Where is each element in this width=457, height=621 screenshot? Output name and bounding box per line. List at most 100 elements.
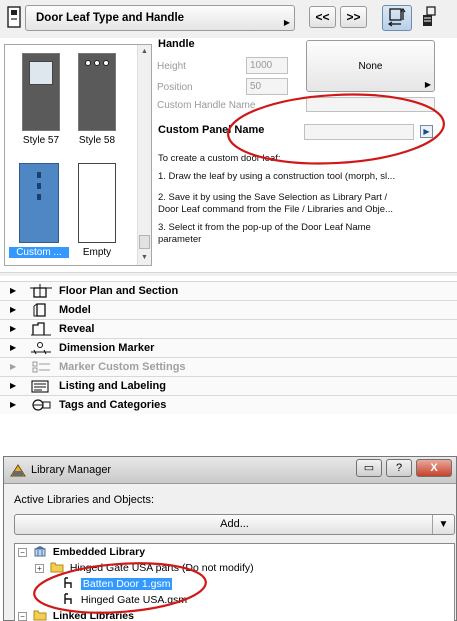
section-tags-categories[interactable]: ▶ Tags and Categories [0, 395, 457, 414]
expand-arrow-icon[interactable]: ▶ [10, 362, 16, 371]
handle-section-title: Handle [158, 38, 195, 50]
section-floor-plan[interactable]: ▶ Floor Plan and Section [0, 281, 457, 300]
tree-item-label: Batten Door 1.gsm [80, 578, 173, 590]
window-restore-button[interactable]: ▭ [356, 459, 382, 477]
custom-panel-popup-button[interactable]: ▶ [420, 125, 433, 138]
instructions-step-3a: 3. Select it from the pop-up of the Door… [158, 222, 371, 233]
close-button[interactable]: X [416, 459, 452, 477]
section-reveal[interactable]: ▶ Reveal [0, 319, 457, 338]
dropdown-arrow-icon: ▶ [283, 18, 290, 27]
window-title: Library Manager [31, 464, 112, 476]
listing-icon [31, 380, 49, 393]
play-arrow-icon: ▶ [423, 127, 430, 136]
instructions-step-2b: Door Leaf command from the File / Librar… [158, 204, 393, 215]
scroll-up-icon[interactable]: ▲ [138, 45, 151, 59]
custom-panel-name-field[interactable] [304, 124, 414, 140]
handle-position-field[interactable]: 50 [246, 78, 288, 95]
section-dimension-marker[interactable]: ▶ Dimension Marker [0, 338, 457, 357]
marker-settings-icon [32, 361, 50, 373]
mirror-toggle-button[interactable] [382, 5, 412, 31]
embedded-library-icon [33, 546, 46, 557]
empty-style-thumbnail [78, 163, 116, 243]
section-label: Reveal [59, 323, 95, 335]
instructions-step-3b: parameter [158, 234, 202, 245]
library-manager-window: Library Manager ▭ ? X Active Libraries a… [3, 456, 457, 621]
chair-object-icon [64, 577, 72, 588]
style-item-58[interactable]: Style 58 [67, 53, 127, 146]
style-label: Custom ... [9, 247, 69, 258]
style-list-scrollbar[interactable]: ▲ ▼ [137, 45, 151, 265]
style-label: Style 58 [78, 135, 116, 146]
style-item-57[interactable]: Style 57 [11, 53, 71, 146]
active-libraries-label: Active Libraries and Objects: [14, 494, 155, 506]
scroll-thumb[interactable] [139, 235, 150, 249]
tree-item-hinged-gate[interactable]: Hinged Gate USA.gsm [61, 593, 187, 608]
section-listing-labeling[interactable]: ▶ Listing and Labeling [0, 376, 457, 395]
library-manager-icon [10, 464, 26, 477]
section-model[interactable]: ▶ Model [0, 300, 457, 319]
expand-arrow-icon[interactable]: ▶ [10, 324, 16, 333]
section-label: Tags and Categories [59, 399, 167, 411]
dropdown-arrow-icon: ▶ [424, 80, 431, 89]
tree-item-embedded-library[interactable]: − Embedded Library [18, 545, 145, 560]
expand-arrow-icon[interactable]: ▶ [10, 400, 16, 409]
handle-type-label: None [358, 61, 383, 72]
chair-object-icon [64, 593, 72, 604]
expand-icon[interactable]: + [35, 564, 44, 573]
section-marker-custom-settings[interactable]: ▶ Marker Custom Settings [0, 357, 457, 376]
handle-position-label: Position [157, 82, 193, 93]
tree-item-gate-parts-folder[interactable]: + Hinged Gate USA parts (Do not modify) [35, 561, 254, 576]
tree-item-label: Hinged Gate USA.gsm [80, 594, 188, 606]
library-manager-titlebar[interactable]: Library Manager ▭ ? X [4, 457, 456, 484]
tree-item-label: Embedded Library [52, 546, 146, 558]
panel-selector-dropdown[interactable]: Door Leaf Type and Handle ▶ [25, 5, 295, 31]
expand-arrow-icon[interactable]: ▶ [10, 305, 16, 314]
style-item-empty[interactable]: Empty [67, 163, 127, 258]
section-label: Floor Plan and Section [59, 285, 179, 297]
collapse-icon[interactable]: − [18, 548, 27, 557]
help-button[interactable]: ? [386, 459, 412, 477]
panel-selector-label: Door Leaf Type and Handle [36, 12, 185, 24]
tree-item-label: Hinged Gate USA parts (Do not modify) [69, 562, 254, 574]
style-label: Empty [82, 247, 112, 258]
reveal-icon [31, 322, 51, 336]
tags-icon [32, 399, 51, 411]
tree-item-label: Linked Libraries [52, 610, 134, 621]
linked-library-icon [33, 610, 47, 621]
folder-icon [50, 562, 64, 573]
handle-icon[interactable] [420, 6, 438, 28]
instructions-step-1: 1. Draw the leaf by using a construction… [158, 171, 396, 182]
style-label: Style 57 [22, 135, 60, 146]
panel-divider [0, 272, 457, 276]
custom-panel-name-label: Custom Panel Name [158, 124, 265, 136]
section-label: Model [59, 304, 91, 316]
instructions-intro: To create a custom door leaf: [158, 153, 281, 164]
section-label: Marker Custom Settings [59, 361, 186, 373]
custom-style-thumbnail [19, 163, 59, 243]
model-icon [33, 303, 46, 317]
handle-height-field[interactable]: 1000 [246, 57, 288, 74]
expand-arrow-icon[interactable]: ▶ [10, 343, 16, 352]
collapse-icon[interactable]: − [18, 612, 27, 621]
custom-handle-name-field[interactable] [306, 97, 435, 112]
expand-arrow-icon[interactable]: ▶ [10, 286, 16, 295]
custom-handle-name-label: Custom Handle Name [157, 100, 256, 111]
scroll-down-icon[interactable]: ▼ [138, 251, 151, 265]
chevron-down-icon[interactable]: ▼ [432, 515, 454, 534]
restore-icon: ▭ [363, 462, 375, 474]
library-tree[interactable]: − Embedded Library + Hinged Gate USA par… [14, 543, 455, 621]
add-library-button[interactable]: Add... ▼ [14, 514, 455, 535]
door-leaf-style-list[interactable]: Style 57 Style 58 Custom ... Empty ▲ ▼ [4, 44, 152, 266]
handle-type-button[interactable]: None ▶ [306, 40, 435, 92]
mirror-icon [387, 7, 406, 27]
next-panel-button[interactable]: >> [340, 6, 367, 28]
tree-item-batten-door[interactable]: Batten Door 1.gsm [61, 577, 173, 592]
previous-panel-button[interactable]: << [309, 6, 336, 28]
tree-item-linked-libraries[interactable]: − Linked Libraries [18, 609, 134, 621]
expand-arrow-icon[interactable]: ▶ [10, 381, 16, 390]
floor-plan-icon [30, 284, 52, 298]
section-label: Listing and Labeling [59, 380, 166, 392]
style-item-custom[interactable]: Custom ... [9, 163, 69, 258]
style-58-thumbnail [78, 53, 116, 131]
style-57-thumbnail [22, 53, 60, 131]
